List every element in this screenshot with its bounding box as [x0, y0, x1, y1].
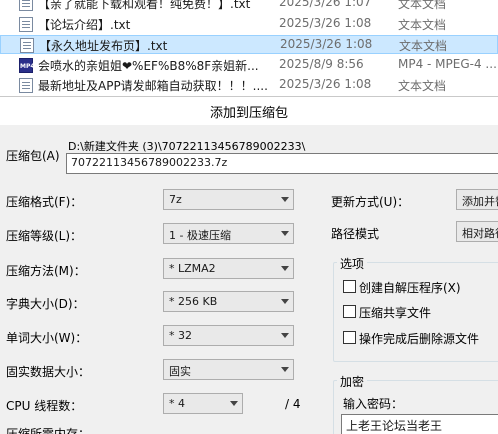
file-type: 文本文档 — [398, 18, 447, 32]
file-date: 2025/3/26 1:08 — [279, 77, 372, 91]
file-date: 2025/3/26 1:08 — [279, 16, 372, 30]
add-to-archive-dialog: 添加到压缩包 压缩包(A) D:\新建文件夹 (3)\7072211345678… — [0, 96, 498, 434]
file-date: 2025/3/26 1:08 — [280, 37, 373, 51]
threads-label: CPU 线程数： — [6, 399, 83, 413]
file-type: 文本文档 — [398, 0, 447, 11]
chevron-down-icon — [281, 299, 289, 304]
shared-checkbox[interactable] — [343, 305, 356, 318]
dict-label: 字典大小(D)： — [6, 297, 85, 311]
pathmode-select[interactable]: 相对路径 — [456, 221, 498, 242]
sfx-checkbox[interactable] — [343, 280, 356, 293]
word-select[interactable]: * 32 — [163, 325, 294, 346]
dialog-title: 添加到压缩包 — [209, 106, 288, 121]
mp4-file-icon: MP4 — [19, 58, 35, 73]
encrypt-title: 加密 — [337, 373, 368, 390]
solid-select[interactable]: 固实 — [163, 359, 294, 380]
threads-select[interactable]: * 4 — [163, 393, 243, 414]
text-file-icon — [19, 0, 33, 11]
level-select[interactable]: 1 - 极速压缩 — [163, 223, 294, 244]
options-title: 选项 — [337, 255, 368, 272]
file-type: MP4 - MPEG-4 ... — [398, 57, 497, 71]
format-select[interactable]: 7z — [163, 189, 294, 210]
threads-total: / 4 — [285, 397, 301, 411]
chevron-down-icon — [281, 266, 289, 271]
dict-value: * 256 KB — [169, 295, 218, 308]
delete-checkbox[interactable] — [343, 331, 356, 344]
method-label: 压缩方法(M)： — [6, 264, 86, 278]
file-type: 文本文档 — [398, 79, 447, 93]
method-value: * LZMA2 — [169, 262, 216, 275]
file-date: 2025/3/26 1:07 — [279, 0, 372, 9]
file-type: 文本文档 — [399, 39, 448, 53]
file-name: 【论坛介绍】.txt — [38, 18, 131, 32]
word-value: * 32 — [169, 329, 192, 342]
file-list: 【亲了就能下载和观看！纯免费！】.txt 2025/3/26 1:07 文本文档… — [0, 0, 498, 96]
format-value: 7z — [169, 193, 182, 206]
solid-value: 固实 — [169, 365, 191, 378]
password-label: 输入密码： — [343, 397, 404, 411]
level-value: 1 - 极速压缩 — [169, 229, 231, 242]
format-label: 压缩格式(F)： — [6, 195, 83, 209]
file-row[interactable]: 最新地址及APP请发邮箱自动获取！！！.... 2025/3/26 1:08 文… — [0, 76, 498, 95]
solid-label: 固实数据大小： — [6, 365, 91, 379]
threads-value: * 4 — [169, 397, 185, 410]
archive-label: 压缩包(A) — [6, 149, 60, 163]
dict-select[interactable]: * 256 KB — [163, 291, 294, 312]
method-select[interactable]: * LZMA2 — [163, 258, 294, 279]
chevron-down-icon — [281, 333, 289, 338]
word-label: 单词大小(W)： — [6, 331, 88, 345]
file-row-selected[interactable]: 【永久地址发布页】.txt 2025/3/26 1:08 文本文档 — [0, 35, 498, 54]
file-row[interactable]: 【亲了就能下载和观看！纯免费！】.txt 2025/3/26 1:07 文本文档 — [0, 0, 498, 13]
sfx-label: 创建自解压程序(X) — [359, 281, 461, 295]
memory-label: 压缩所需内存： — [6, 427, 91, 434]
delete-label: 操作完成后删除源文件 — [359, 332, 480, 346]
shared-label: 压缩共享文件 — [359, 306, 432, 320]
chevron-down-icon — [281, 231, 289, 236]
text-file-icon — [20, 38, 34, 53]
text-file-icon — [19, 17, 33, 32]
text-file-icon — [19, 78, 33, 93]
chevron-down-icon — [281, 367, 289, 372]
update-value: 添加并替 — [462, 195, 498, 208]
password-input[interactable]: 上老王论坛当老王 — [341, 414, 498, 434]
file-date: 2025/8/9 8:56 — [279, 57, 364, 71]
file-name: 【永久地址发布页】.txt — [39, 39, 168, 53]
file-name: 【亲了就能下载和观看！纯免费！】.txt — [38, 0, 251, 11]
pathmode-value: 相对路径 — [462, 227, 498, 240]
archive-path: D:\新建文件夹 (3)\70722113456789002233\ — [68, 140, 306, 153]
file-name: 最新地址及APP请发邮箱自动获取！！！.... — [38, 79, 268, 93]
archive-name-input[interactable]: 70722113456789002233.7z — [66, 153, 498, 174]
file-name: 会喷水的亲姐姐❤%EF%B8%8F亲姐新... — [38, 59, 259, 73]
level-label: 压缩等级(L)： — [6, 229, 83, 243]
pathmode-label: 路径模式 — [331, 227, 380, 241]
chevron-down-icon — [230, 401, 238, 406]
file-row[interactable]: MP4 会喷水的亲姐姐❤%EF%B8%8F亲姐新... 2025/8/9 8:5… — [0, 56, 498, 75]
update-select[interactable]: 添加并替 — [456, 189, 498, 210]
file-row[interactable]: 【论坛介绍】.txt 2025/3/26 1:08 文本文档 — [0, 15, 498, 34]
update-label: 更新方式(U)： — [331, 195, 410, 209]
dialog-titlebar[interactable]: 添加到压缩包 — [0, 97, 498, 125]
chevron-down-icon — [281, 197, 289, 202]
